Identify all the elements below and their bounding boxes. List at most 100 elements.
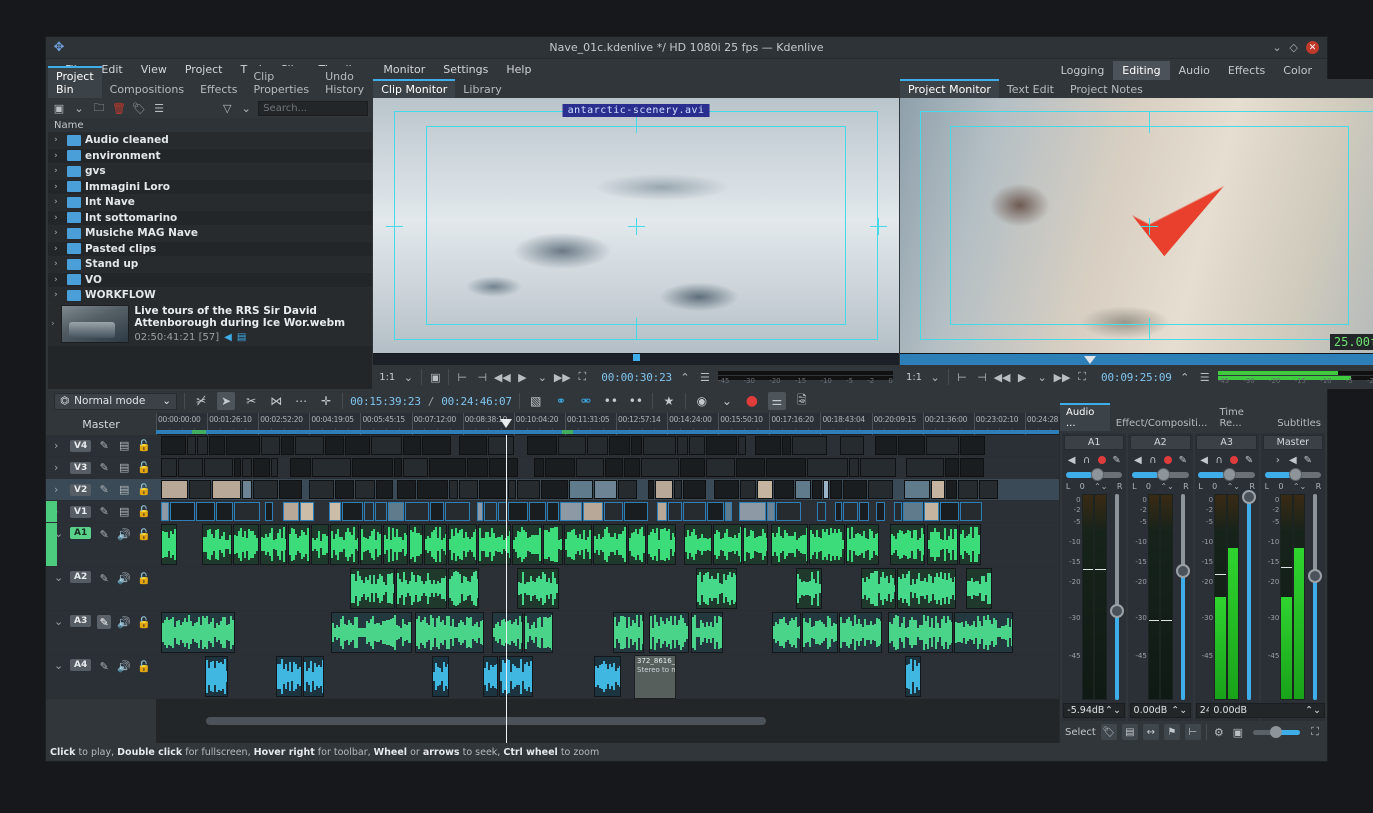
headphone-icon[interactable]: ∩ <box>1213 454 1225 466</box>
timeline-clip[interactable] <box>830 480 842 499</box>
chevron-down-icon[interactable]: ⌄ <box>535 370 549 384</box>
timeline-clip[interactable] <box>931 480 945 499</box>
project-monitor-playhead[interactable] <box>1084 356 1096 364</box>
record-icon[interactable] <box>1228 454 1240 466</box>
timeline-clip[interactable] <box>234 458 241 477</box>
timeline-clip[interactable] <box>375 502 387 521</box>
expand-chevron-icon[interactable]: › <box>54 151 63 161</box>
timeline-clip[interactable] <box>924 502 939 521</box>
ripple-tool-icon[interactable]: ⋯ <box>292 392 310 410</box>
chevron-down-icon[interactable]: ⌄ <box>928 370 942 384</box>
settings-icon[interactable]: ⚙ <box>1212 725 1226 739</box>
timeline-clip[interactable] <box>927 524 958 565</box>
mix-icon[interactable]: ▧ <box>527 392 545 410</box>
effect-icon[interactable]: ✎ <box>1111 454 1123 466</box>
timeline-clip[interactable] <box>674 480 682 499</box>
expand-chevron-icon[interactable]: › <box>54 244 63 254</box>
pan-spinner-icon[interactable]: ⌃⌄ <box>1094 482 1107 491</box>
timeline-hscrollbar[interactable] <box>156 717 1059 725</box>
timeline-clip[interactable] <box>926 436 959 455</box>
chevron-down-icon[interactable]: ⌄ <box>718 392 736 410</box>
timeline-track-v1[interactable] <box>156 501 1059 523</box>
pan-slider[interactable] <box>1198 472 1255 478</box>
spinner-icon[interactable]: ⌃⌄ <box>1305 705 1321 716</box>
chevron-down-icon[interactable]: ⌄ <box>1035 370 1049 384</box>
timeline-clip[interactable] <box>403 436 421 455</box>
gain-value-master[interactable]: 0.00dB ⌃⌄ <box>1209 703 1325 718</box>
channel-name-label[interactable]: A3 <box>1196 435 1256 450</box>
project-monitor-timecode[interactable]: 00:09:25:09 <box>1101 371 1172 384</box>
timeline-clip[interactable] <box>417 480 448 499</box>
lock-icon[interactable]: 🔓 <box>137 461 151 475</box>
save-icon[interactable]: ▤ <box>1122 724 1138 740</box>
timeline-clip[interactable] <box>766 458 806 477</box>
timeline-clip[interactable] <box>209 436 225 455</box>
fullscreen-icon[interactable]: ▣ <box>428 370 442 384</box>
list-item[interactable]: ›gvs <box>48 164 372 180</box>
timeline-clip[interactable] <box>281 436 294 455</box>
timeline-clip[interactable]: 372_8616_C Stereo to m <box>634 655 676 699</box>
list-item[interactable]: ›Int Nave <box>48 195 372 211</box>
expand-chevron-icon[interactable]: › <box>54 197 63 207</box>
volume-fader-a1[interactable] <box>1110 494 1124 700</box>
mixer-icon[interactable]: ⚌ <box>768 392 786 410</box>
timeline-clip[interactable] <box>558 436 586 455</box>
layout-mode-logging[interactable]: Logging <box>1052 61 1114 80</box>
slip-tool-icon[interactable]: ✛ <box>317 392 335 410</box>
timeline-clip[interactable] <box>807 458 848 477</box>
chevron-down-icon[interactable]: ⌄ <box>54 571 64 584</box>
timeline-clip[interactable] <box>876 502 885 521</box>
expand-chevron-icon[interactable]: › <box>54 275 63 285</box>
mute-icon[interactable]: ◀ <box>1287 454 1299 466</box>
tab-clip-properties[interactable]: Clip Properties <box>245 66 317 98</box>
timeline-clip[interactable] <box>605 458 623 477</box>
timeline-clip[interactable] <box>342 502 363 521</box>
timeline-clip[interactable] <box>271 458 278 477</box>
spacer-tool-icon[interactable]: ⋈ <box>267 392 285 410</box>
layout-mode-color[interactable]: Color <box>1274 61 1321 80</box>
mute-icon[interactable]: ▤ <box>117 505 131 519</box>
expand-chevron-icon[interactable]: › <box>54 213 63 223</box>
timeline-clip[interactable] <box>843 502 858 521</box>
gain-value-a1[interactable]: -5.94dB ⌃⌄ <box>1063 703 1125 718</box>
lock-icon[interactable]: 🔓 <box>137 659 151 673</box>
tab-audio-mixer[interactable]: Audio ... <box>1060 403 1110 431</box>
bin-list[interactable]: ›Audio cleaned ›environment ›gvs ›Immagi… <box>48 133 372 389</box>
timeline-clip[interactable] <box>331 612 412 653</box>
timeline-track-a4[interactable]: 372_8616_C Stereo to m <box>156 655 1059 699</box>
subtitle-icon[interactable]: 🗟 <box>793 392 811 410</box>
edit-mode-selector[interactable]: ⏣ Normal mode ⌄ <box>54 393 177 410</box>
timeline-clip[interactable] <box>189 480 211 499</box>
timeline-clip[interactable] <box>680 458 705 477</box>
timeline-position[interactable]: 00:15:39:23 <box>350 395 421 408</box>
tab-project-bin[interactable]: Project Bin <box>48 66 102 98</box>
razor-tool-icon[interactable]: ✂ <box>242 392 260 410</box>
timeline-clip[interactable] <box>541 480 568 499</box>
play-icon[interactable]: ▶ <box>515 370 529 384</box>
timeline-clip[interactable] <box>429 458 466 477</box>
timeline-clip[interactable] <box>689 436 705 455</box>
timeline-clip[interactable] <box>560 502 582 521</box>
lock-icon[interactable]: 🔓 <box>137 615 151 629</box>
timeline-clip[interactable] <box>499 656 533 697</box>
timeline-clip[interactable] <box>527 436 557 455</box>
crop-icon[interactable]: ⛶ <box>575 370 589 384</box>
expand-chevron-icon[interactable]: › <box>54 135 63 145</box>
chevron-down-icon[interactable]: ⌄ <box>72 101 86 115</box>
timeline-clip[interactable] <box>449 480 458 499</box>
list-item[interactable]: › Live tours of the RRS Sir David Attenb… <box>48 304 372 346</box>
pan-spinner-icon[interactable]: ⌃⌄ <box>1293 482 1306 491</box>
timeline-clip[interactable] <box>782 436 791 455</box>
chevron-right-icon[interactable]: › <box>54 439 64 452</box>
timeline-clip[interactable] <box>736 458 765 477</box>
timeline-clip[interactable] <box>448 524 477 565</box>
timeline-clip[interactable] <box>459 436 487 455</box>
timeline-clip[interactable] <box>771 524 808 565</box>
timeline-clip[interactable] <box>668 502 682 521</box>
lock-icon[interactable]: 🔓 <box>137 439 151 453</box>
menu-icon[interactable]: ☰ <box>1198 370 1212 384</box>
layout-mode-effects[interactable]: Effects <box>1219 61 1274 80</box>
timeline-clip[interactable] <box>534 458 544 477</box>
chevron-right-icon[interactable]: › <box>54 483 64 496</box>
timeline-clip[interactable] <box>897 568 956 609</box>
